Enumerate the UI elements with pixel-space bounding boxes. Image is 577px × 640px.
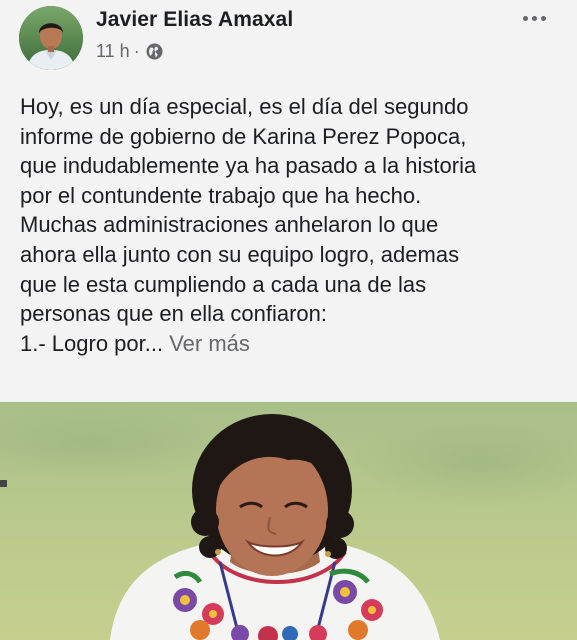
post-text-line: Hoy, es un día especial, es el día del s… (20, 94, 469, 119)
post-text-last-line: 1.- Logro por... Ver más (20, 329, 565, 359)
post-text-line: por el contundente trabajo que ha hecho. (20, 182, 422, 208)
post-header: Javier Elias Amaxal 11 h · (0, 0, 577, 80)
post-text-truncated: 1.- Logro por... (20, 330, 164, 356)
post-text-line: personas que en ella confiaron: (20, 301, 327, 327)
post-text: Hoy, es un día especial, es el día del s… (20, 92, 565, 358)
post-timestamp[interactable]: 11 h (96, 41, 130, 62)
globe-icon[interactable] (146, 43, 163, 60)
see-more-link[interactable]: Ver más (169, 331, 250, 356)
post-text-line: informe de gobierno de Karina Perez Popo… (20, 123, 467, 149)
author-name[interactable]: Javier Elias Amaxal (96, 8, 293, 32)
post-text-line: que indudablemente ya ha pasado a la his… (20, 153, 477, 179)
post-text-line: ahora ella junto con su equipo logro, ad… (20, 241, 460, 267)
post-text-line: Muchas administraciones anhelaron lo que (20, 212, 439, 238)
meta-separator: · (133, 41, 140, 61)
author-avatar[interactable] (19, 6, 83, 70)
more-options-icon[interactable] (514, 6, 554, 30)
post-photo[interactable] (0, 402, 577, 640)
post-text-line: que le esta cumpliendo a cada una de las (20, 271, 427, 297)
post-meta: 11 h · (96, 41, 163, 62)
